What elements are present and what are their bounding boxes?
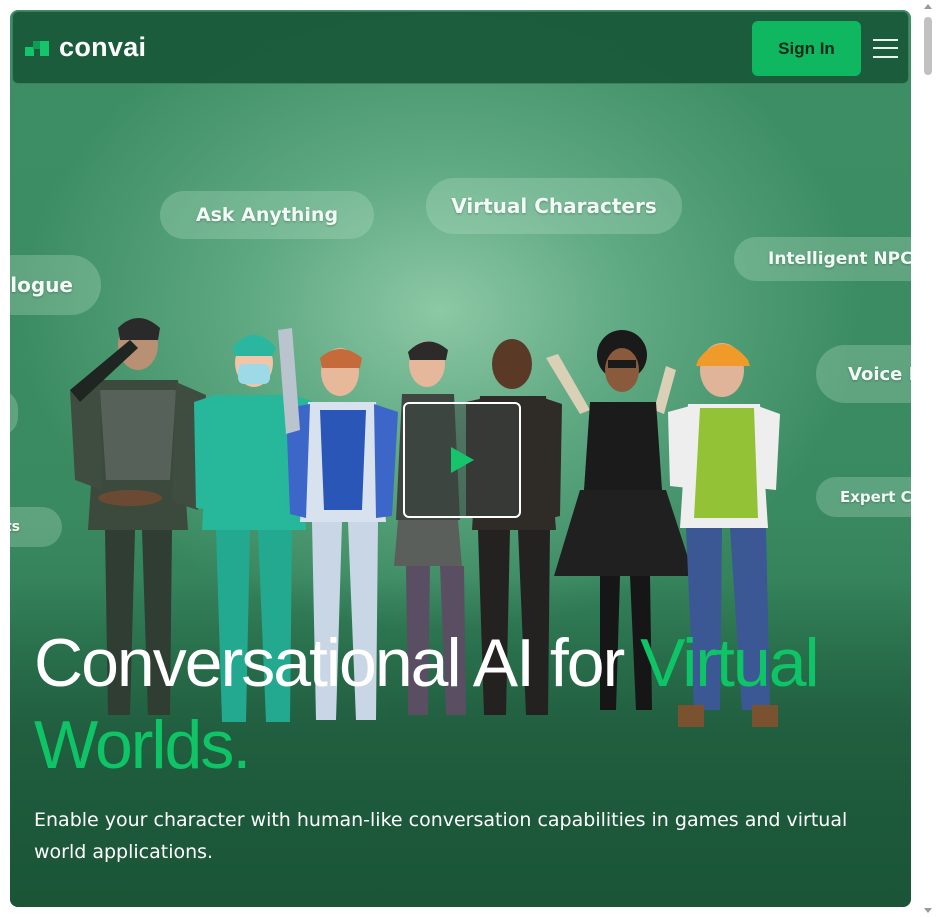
scroll-up-arrow-icon[interactable] <box>924 4 932 9</box>
hero-headline: Conversational AI for Virtual Worlds. <box>34 622 894 786</box>
play-icon[interactable] <box>448 445 476 475</box>
hamburger-menu-icon[interactable] <box>873 39 899 59</box>
hero-subtitle: Enable your character with human-like co… <box>34 809 848 863</box>
convai-logo-mark <box>25 37 51 59</box>
sign-in-button[interactable]: Sign In <box>752 21 861 76</box>
hero-section: Ask Anything Virtual Characters Intellig… <box>10 10 911 907</box>
brand-name: convai <box>59 32 147 62</box>
scroll-down-arrow-icon[interactable] <box>924 908 932 913</box>
convai-logo[interactable]: convai <box>25 34 146 61</box>
page-scrollbar[interactable] <box>920 0 936 917</box>
video-thumbnail[interactable] <box>403 402 521 518</box>
scrollbar-thumb[interactable] <box>924 17 932 75</box>
headline-part: Conversational AI for <box>34 625 641 701</box>
top-navbar: convai Sign In <box>12 11 909 84</box>
